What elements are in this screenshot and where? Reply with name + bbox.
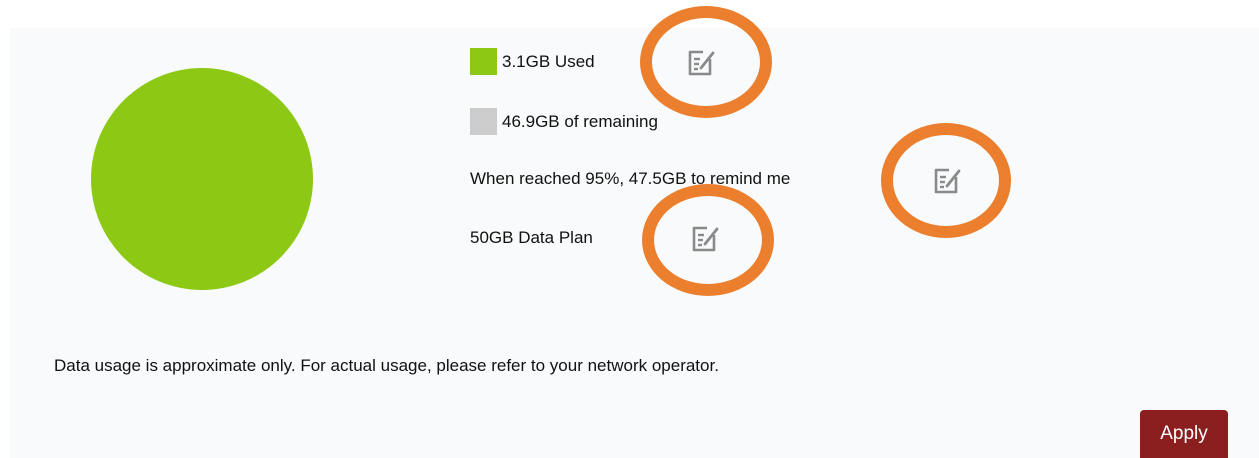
apply-button[interactable]: Apply	[1140, 410, 1228, 458]
pie-remaining	[91, 68, 313, 290]
usage-pie-chart	[91, 68, 313, 290]
used-swatch	[470, 48, 497, 75]
plan-label: 50GB Data Plan	[470, 228, 593, 247]
edit-icon	[692, 226, 719, 252]
remaining-swatch	[470, 108, 497, 135]
edit-reminder-button[interactable]	[930, 164, 964, 198]
remaining-label: 46.9GB of remaining	[502, 111, 658, 131]
used-label: 3.1GB Used	[502, 51, 595, 71]
legend-remaining: 46.9GB of remaining	[470, 108, 658, 135]
edit-used-button[interactable]	[684, 46, 718, 80]
reminder-setting: When reached 95%, 47.5GB to remind me	[470, 169, 790, 189]
edit-icon	[688, 50, 715, 76]
legend-used: 3.1GB Used	[470, 48, 595, 75]
edit-icon	[934, 168, 961, 194]
usage-disclaimer: Data usage is approximate only. For actu…	[54, 356, 719, 375]
reminder-label: When reached 95%, 47.5GB to remind me	[470, 169, 791, 188]
edit-plan-button[interactable]	[688, 222, 722, 256]
data-usage-page: 3.1GB Used 46.9GB of remaining When reac…	[0, 0, 1259, 458]
data-plan-setting: 50GB Data Plan	[470, 228, 593, 248]
